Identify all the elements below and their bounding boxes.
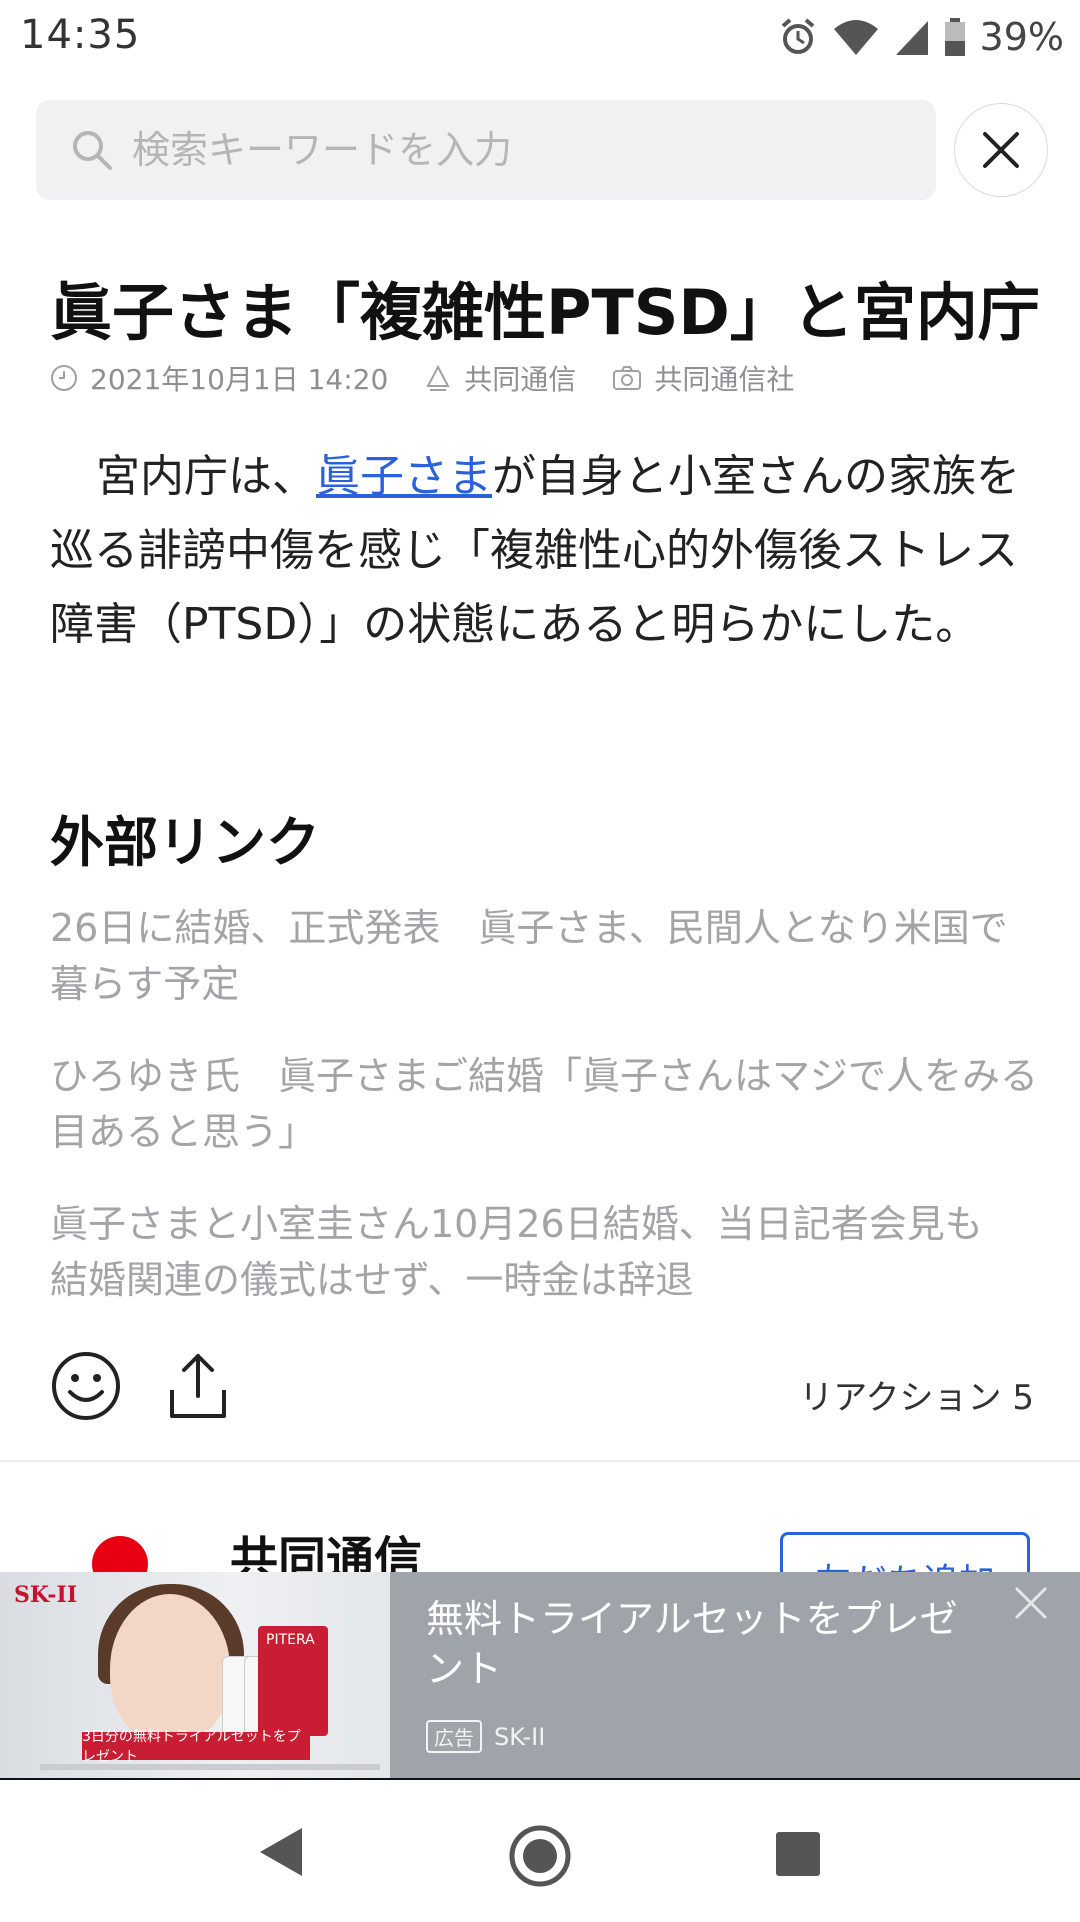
- share-button[interactable]: [166, 1350, 230, 1426]
- camera-icon: [613, 366, 642, 390]
- article-title: 眞子さま「複雑性PTSD」と宮内庁: [50, 276, 1040, 349]
- system-navigation-bar: [0, 1778, 1080, 1922]
- home-icon: [509, 1825, 571, 1887]
- signal-icon: [895, 21, 928, 55]
- back-button[interactable]: [258, 1826, 304, 1882]
- status-icons: 39%: [778, 12, 1064, 62]
- photo-credit: 共同通信社: [654, 363, 795, 396]
- clock-icon: [51, 365, 77, 391]
- body-text-start: 宮内庁は、: [96, 451, 316, 502]
- close-icon: [1015, 1587, 1047, 1619]
- article-body: 宮内庁は、眞子さまが自身と小室さんの家族を巡る誹謗中傷を感じ「複雑性心的外傷後ス…: [50, 440, 1040, 662]
- external-link-item[interactable]: ひろゆき氏 眞子さまご結婚「眞子さんはマジで人をみる目あると思う」: [50, 1048, 1040, 1160]
- status-bar: 14:35 39%: [0, 0, 1080, 80]
- share-icon: [170, 1354, 226, 1418]
- external-links-list: 26日に結婚、正式発表 眞子さま、民間人となり米国で暮らす予定 ひろゆき氏 眞子…: [50, 900, 1040, 1344]
- ad-advertiser: SK-II: [494, 1722, 546, 1751]
- ad-headline[interactable]: 無料トライアルセットをプレゼント: [426, 1594, 986, 1694]
- ad-product-name: PITERA: [266, 1632, 315, 1648]
- alarm-icon: [781, 18, 814, 54]
- ad-close-button[interactable]: [1014, 1586, 1048, 1624]
- body-inline-link[interactable]: 眞子さま: [316, 451, 492, 502]
- ad-fine-print: [40, 1764, 380, 1770]
- reaction-button[interactable]: [50, 1350, 122, 1426]
- reaction-count[interactable]: リアクション 5: [799, 1370, 1034, 1419]
- external-link-item[interactable]: 眞子さまと小室圭さん10月26日結婚、当日記者会見も 結婚関連の儀式はせず、一時…: [50, 1196, 1040, 1308]
- ad-image-caption: 3日分の無料トライアルセットをプレゼント: [82, 1729, 310, 1765]
- smile-icon: [52, 1352, 120, 1420]
- external-links-heading: 外部リンク: [50, 811, 320, 874]
- article-meta: 2021年10月1日 14:20 共同通信 共同通信社: [50, 358, 830, 398]
- search-bar[interactable]: [36, 100, 936, 200]
- wifi-icon: [833, 20, 878, 55]
- reaction-row: リアクション 5: [50, 1350, 1034, 1430]
- home-button[interactable]: [508, 1824, 572, 1892]
- battery-percent: 39%: [979, 15, 1064, 59]
- external-link-item[interactable]: 26日に結婚、正式発表 眞子さま、民間人となり米国で暮らす予定: [50, 900, 1040, 1012]
- battery-icon: [944, 18, 965, 56]
- article-source[interactable]: 共同通信: [464, 358, 576, 398]
- search-input[interactable]: [130, 127, 894, 173]
- article-date: 2021年10月1日 14:20: [90, 363, 389, 396]
- search-icon: [73, 131, 112, 170]
- ad-image[interactable]: SK-II PITERA 3日分の無料トライアルセットをプレゼント: [0, 1572, 390, 1778]
- ad-banner[interactable]: SK-II PITERA 3日分の無料トライアルセットをプレゼント 無料トライア…: [0, 1572, 1080, 1778]
- recent-apps-button[interactable]: [776, 1832, 820, 1876]
- status-time: 14:35: [20, 12, 141, 58]
- source-icon: [426, 364, 450, 391]
- back-icon: [260, 1828, 302, 1876]
- ad-image-brand: SK-II: [14, 1582, 78, 1608]
- ad-model-face: [110, 1594, 230, 1744]
- ad-tag: 広告: [426, 1720, 482, 1753]
- close-icon: [983, 132, 1019, 168]
- section-divider: [0, 1460, 1080, 1462]
- close-button[interactable]: [954, 103, 1048, 197]
- ad-label: 広告 SK-II: [426, 1720, 545, 1753]
